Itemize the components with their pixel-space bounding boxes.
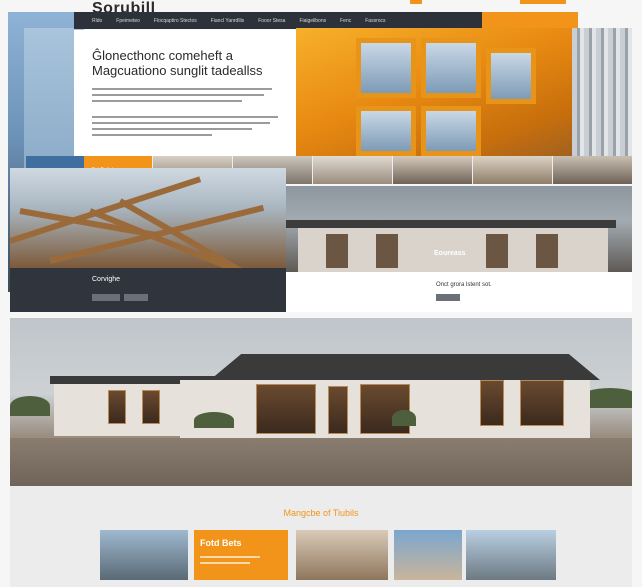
service-card-1[interactable] bbox=[100, 530, 188, 580]
window-frame bbox=[421, 106, 481, 156]
house-window bbox=[142, 390, 160, 424]
house-image-label: Eoureass bbox=[434, 250, 466, 257]
strip-thumbnail[interactable] bbox=[392, 156, 472, 184]
section-title: Mangcbe of Tiubils bbox=[283, 508, 359, 518]
card-text-line bbox=[200, 562, 250, 564]
house-window bbox=[360, 384, 410, 434]
house-window bbox=[536, 234, 558, 268]
house-caption-panel: Onct grora lstent sot. bbox=[286, 272, 632, 312]
house-window bbox=[376, 234, 398, 268]
top-navigation: Rldo Fpeimeteo Flocqaptiro Stectos Fianc… bbox=[74, 12, 578, 29]
nav-item-1[interactable]: Fpeimeteo bbox=[109, 18, 147, 24]
window-frame bbox=[356, 38, 416, 98]
hero-title: Ĝlonecthonc comeheft a Magcuationo sungl… bbox=[92, 48, 263, 78]
nav-cta-button[interactable] bbox=[482, 12, 578, 29]
window-frame bbox=[356, 106, 416, 156]
house-roof-main bbox=[210, 354, 600, 380]
service-card-title: Fotd Bets bbox=[200, 538, 242, 548]
house-door bbox=[328, 386, 348, 434]
steel-fins bbox=[572, 28, 632, 164]
nav-item-2[interactable]: Flocqaptiro Stectos bbox=[147, 18, 204, 24]
shrub bbox=[392, 410, 416, 426]
nav-item-0[interactable]: Rldo bbox=[74, 18, 109, 24]
featured-house-image bbox=[10, 318, 632, 486]
house-window bbox=[480, 380, 504, 426]
service-card-3[interactable] bbox=[296, 530, 388, 580]
timber-panel-title: Corvighe bbox=[92, 276, 121, 283]
hero-building-image bbox=[296, 28, 632, 164]
window-frame bbox=[486, 48, 536, 104]
top-button-cta[interactable] bbox=[520, 0, 566, 4]
house-window bbox=[520, 380, 564, 426]
nav-item-7[interactable]: Fassrocs bbox=[358, 18, 392, 24]
timber-panel-button-primary[interactable] bbox=[92, 294, 120, 301]
nav-item-3[interactable]: Fiancl Yanrdllis bbox=[204, 18, 251, 24]
ground bbox=[10, 438, 632, 486]
house-panel-button[interactable] bbox=[436, 294, 460, 301]
modern-house-image: Eoureass bbox=[286, 186, 632, 272]
window-frame bbox=[421, 38, 481, 98]
card-text-line bbox=[200, 556, 260, 558]
timber-caption-panel: Corvighe bbox=[10, 268, 286, 312]
service-card-4[interactable] bbox=[394, 530, 462, 580]
service-card-2[interactable]: Fotd Bets bbox=[194, 530, 288, 580]
tree bbox=[10, 396, 50, 416]
page: Sorubill Rldo Fpeimeteo Flocqaptiro Stec… bbox=[0, 0, 642, 587]
house-caption-text: Onct grora lstent sot. bbox=[436, 282, 492, 288]
house-window bbox=[108, 390, 126, 424]
house-roof bbox=[286, 220, 616, 228]
hero-body-text bbox=[92, 88, 282, 140]
house-window bbox=[486, 234, 508, 268]
strip-thumbnail[interactable] bbox=[552, 156, 632, 184]
house-window bbox=[256, 384, 316, 434]
timber-panel-button-secondary[interactable] bbox=[124, 294, 148, 301]
shrub bbox=[194, 412, 234, 428]
service-card-5[interactable] bbox=[466, 530, 556, 580]
timber-frame-image bbox=[10, 168, 286, 268]
hero-text-card: Ĝlonecthonc comeheft a Magcuationo sungl… bbox=[74, 30, 296, 158]
strip-thumbnail[interactable] bbox=[312, 156, 392, 184]
nav-item-5[interactable]: Fiaigelibons bbox=[292, 18, 333, 24]
nav-item-4[interactable]: Fooor Stesa bbox=[251, 18, 292, 24]
top-button-small[interactable] bbox=[410, 0, 422, 4]
strip-thumbnail[interactable] bbox=[472, 156, 552, 184]
house-window bbox=[326, 234, 348, 268]
nav-item-6[interactable]: Fenc bbox=[333, 18, 358, 24]
